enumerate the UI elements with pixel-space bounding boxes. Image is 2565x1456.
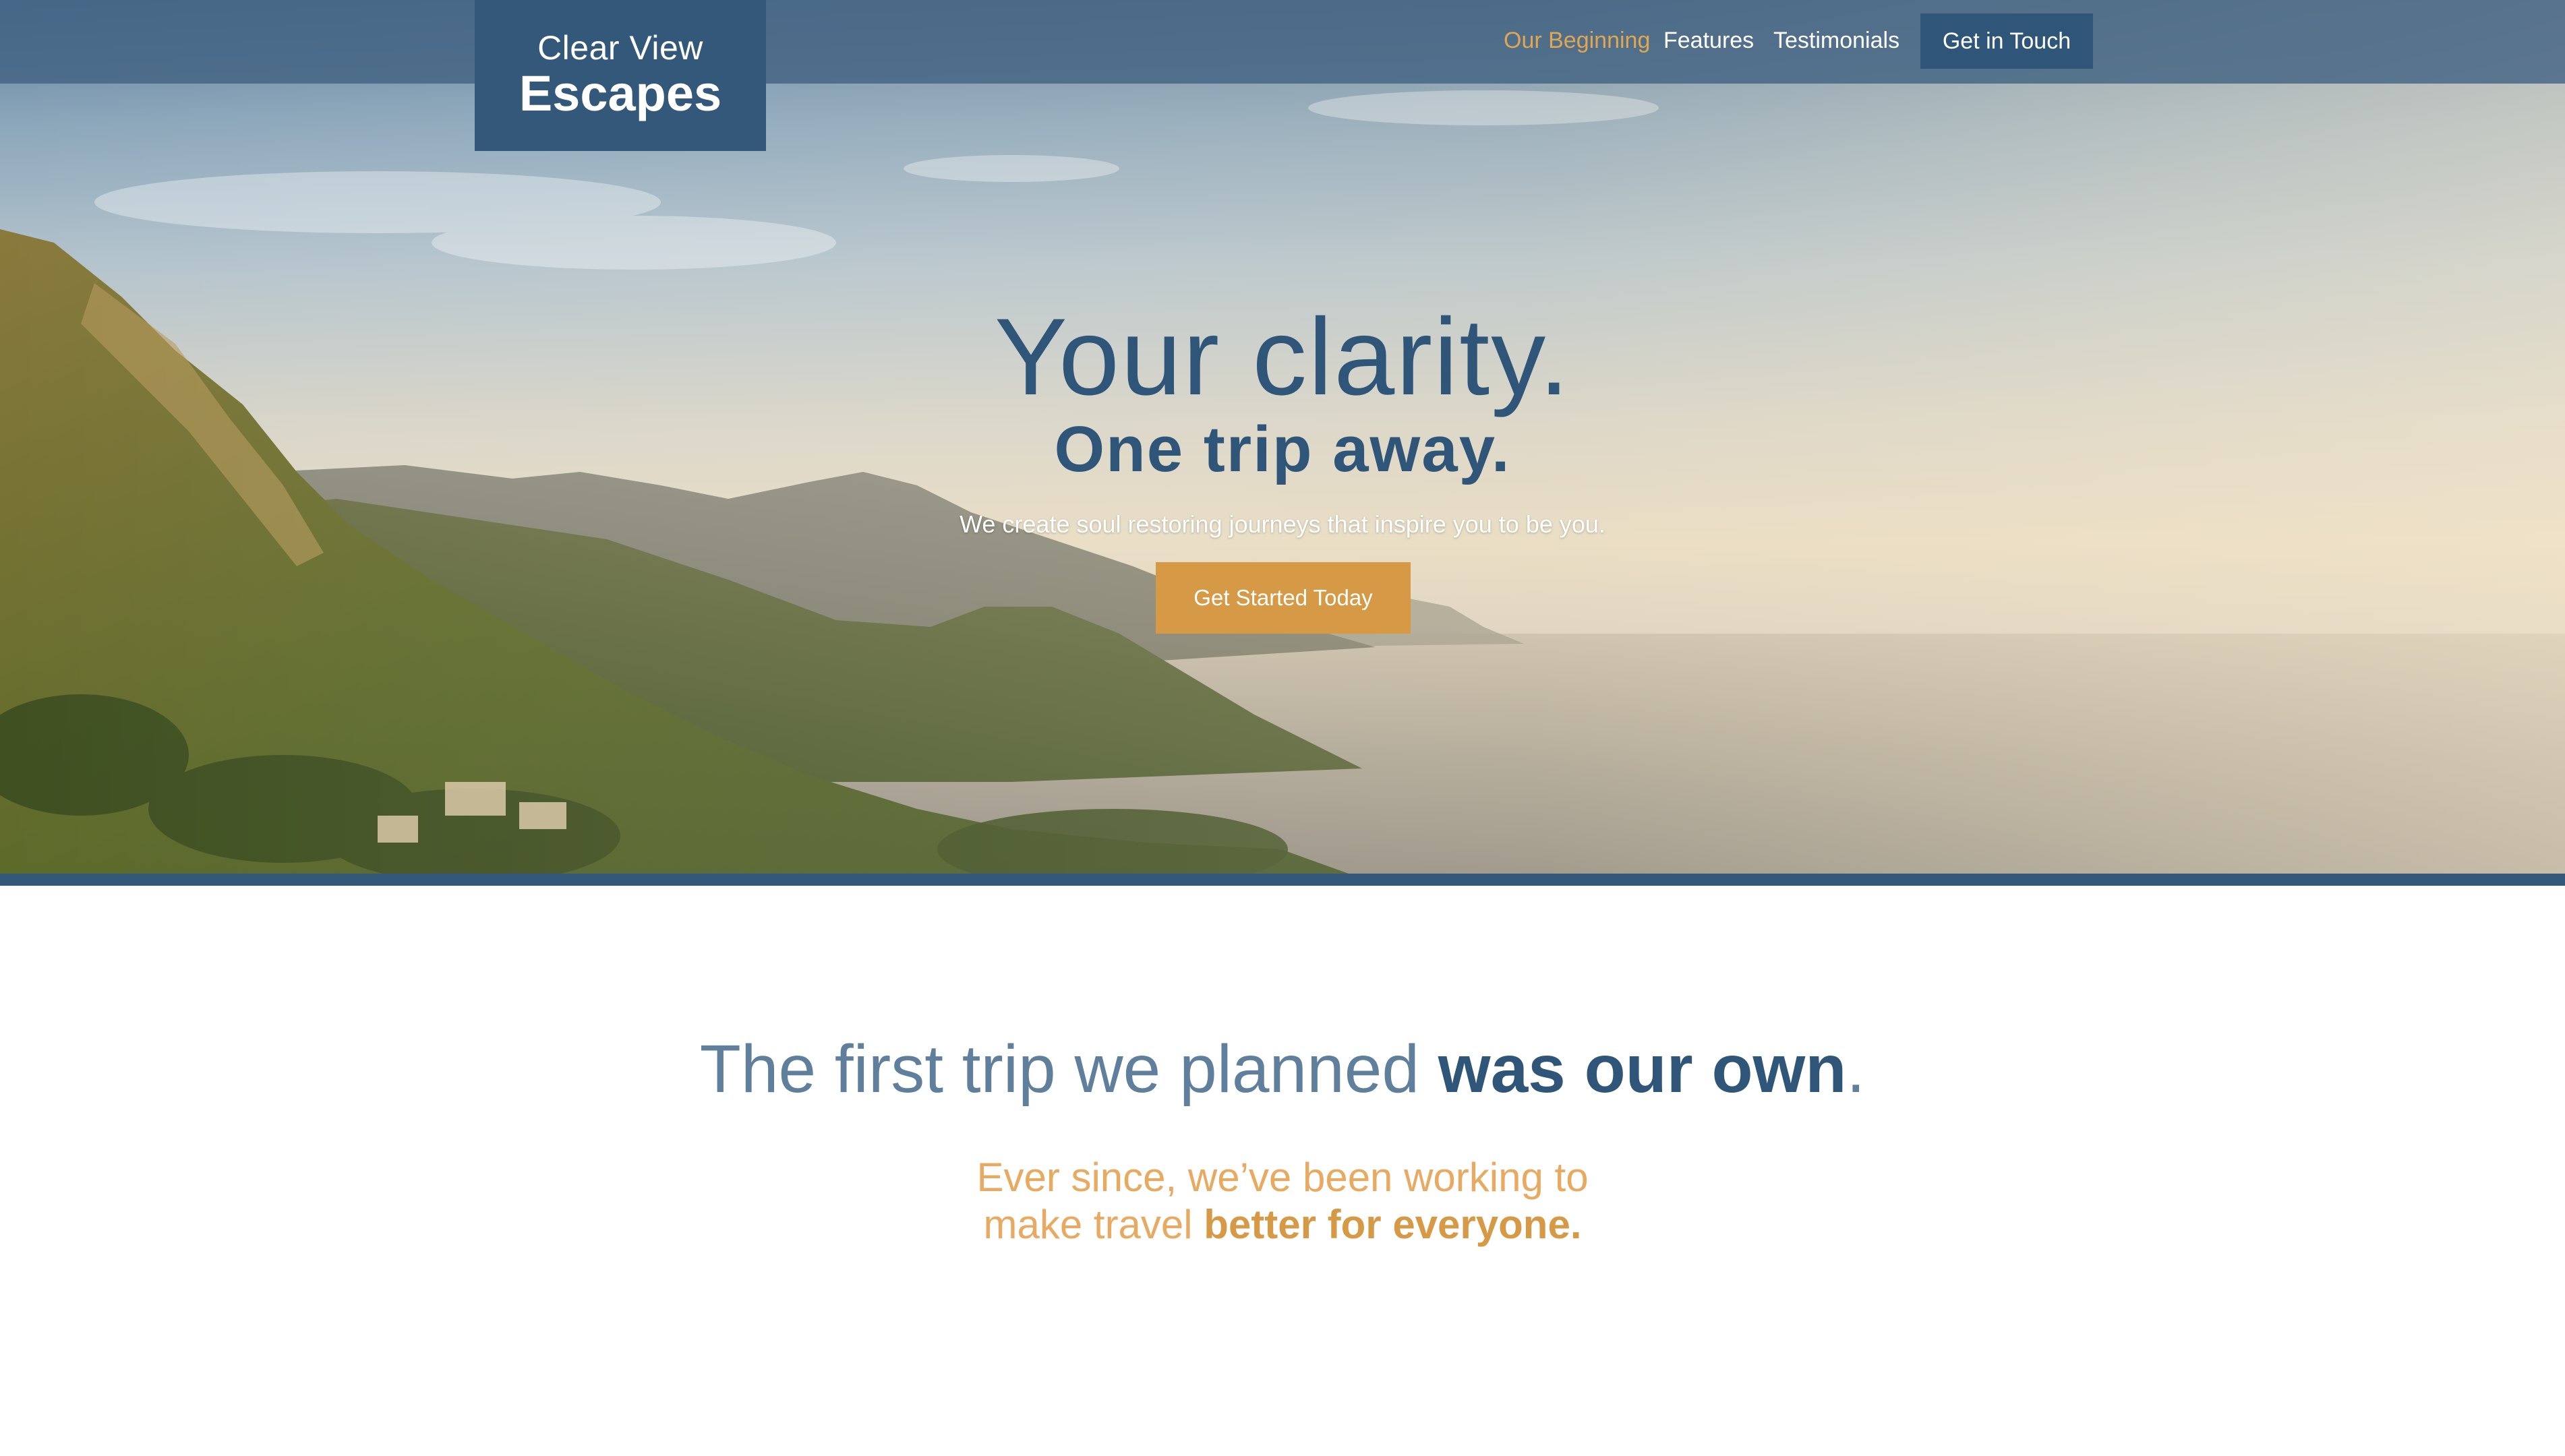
hero-title: Your clarity. (994, 296, 1571, 418)
story-title-bold: was our own (1438, 1031, 1847, 1107)
story-sub-line-2-bold: better for everyone. (1204, 1202, 1582, 1247)
story-sub-line-2: make travel better for everyone. (0, 1201, 2565, 1248)
story-title: The first trip we planned was our own. (0, 1031, 2565, 1107)
hero-section: Clear View Escapes Our Beginning Feature… (0, 0, 2565, 874)
story-title-end: . (1846, 1031, 1866, 1107)
hero-tagline: We create soul restoring journeys that i… (960, 510, 1605, 538)
story-subtitle: Ever since, we’ve been working to make t… (0, 1154, 2565, 1248)
nav-link-features[interactable]: Features (1663, 27, 1754, 54)
story-title-light: The first trip we planned (699, 1031, 1438, 1107)
nav-link-our-beginning[interactable]: Our Beginning (1504, 27, 1650, 54)
story-sub-line-2-light: make travel (983, 1202, 1204, 1247)
hero-divider (0, 874, 2565, 886)
nav-links: Our Beginning Features Testimonials Get … (0, 0, 2565, 84)
get-in-touch-button[interactable]: Get in Touch (1920, 13, 2093, 69)
story-sub-line-1: Ever since, we’ve been working to (976, 1155, 1589, 1200)
nav-link-testimonials[interactable]: Testimonials (1773, 27, 1899, 54)
get-started-button[interactable]: Get Started Today (1156, 562, 1411, 634)
page: Clear View Escapes Our Beginning Feature… (0, 0, 2565, 1456)
hero-subtitle: One trip away. (1054, 413, 1511, 485)
